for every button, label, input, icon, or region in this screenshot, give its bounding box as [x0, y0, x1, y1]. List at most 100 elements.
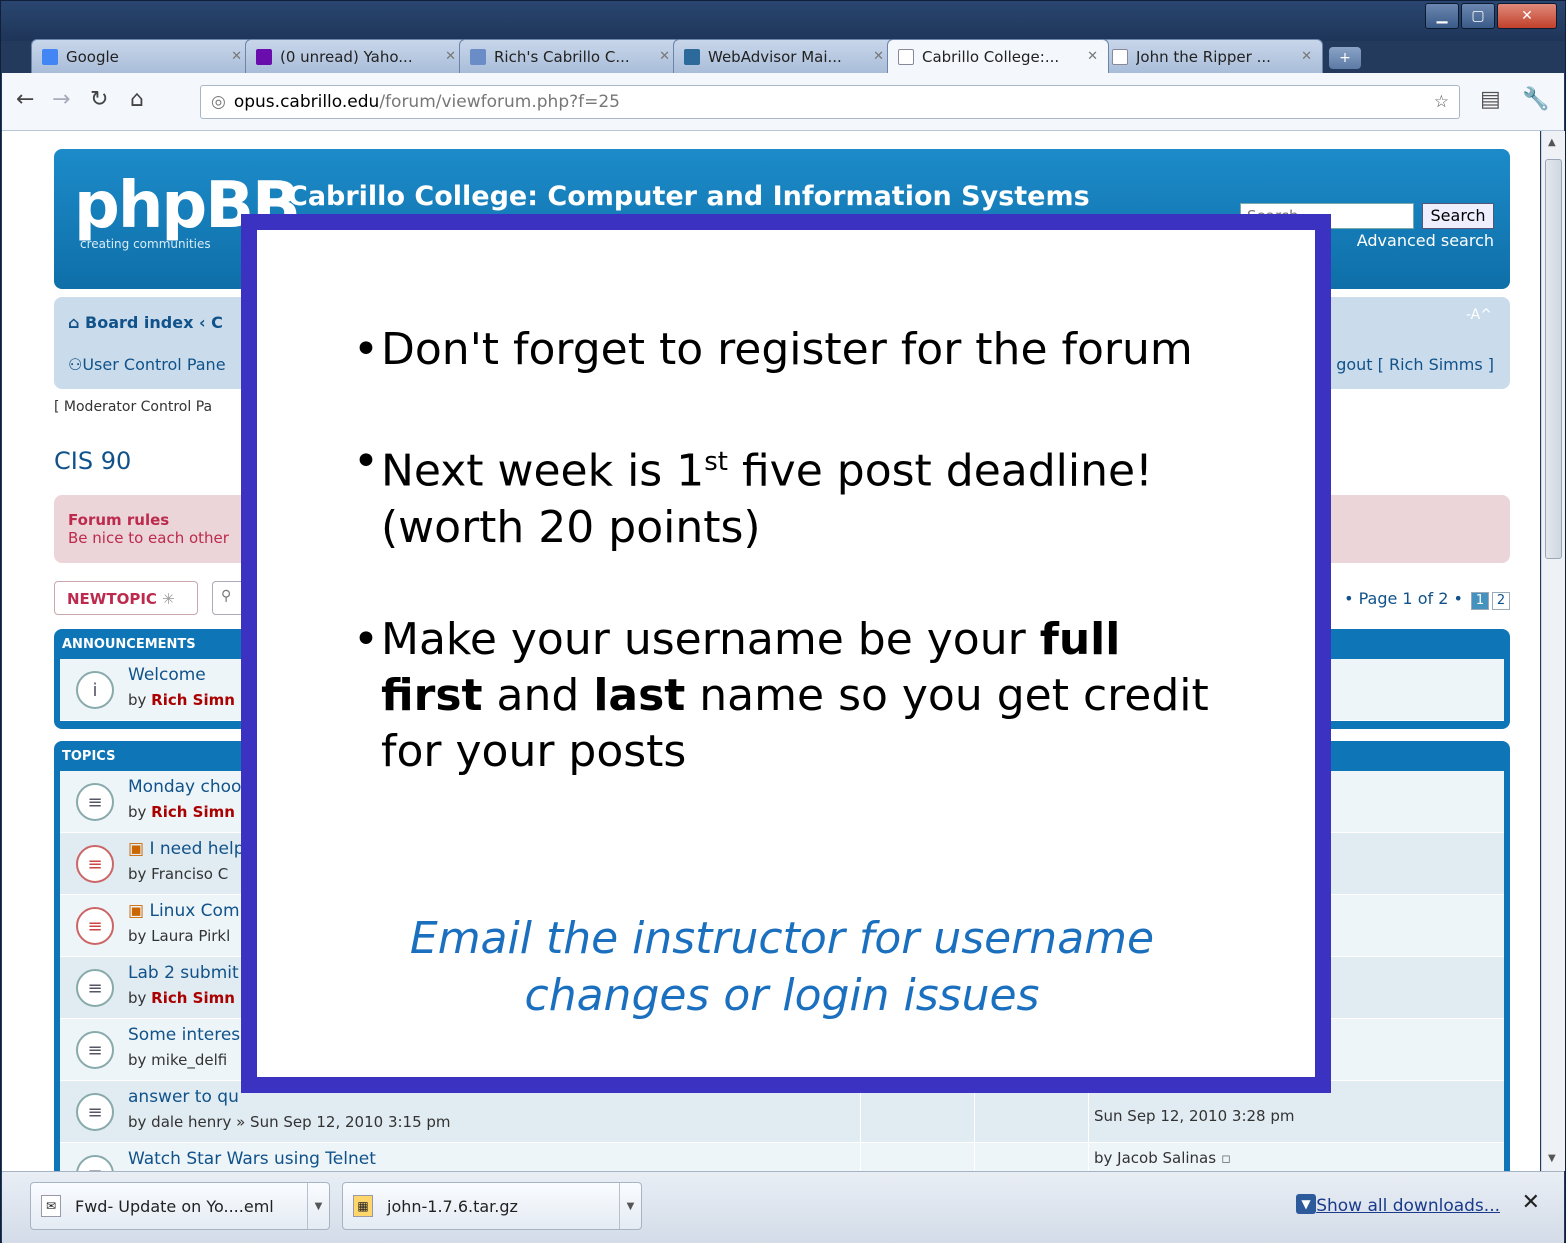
back-icon[interactable]: ←: [16, 87, 34, 112]
page-1-link[interactable]: 1: [1471, 592, 1489, 610]
tab-close-icon[interactable]: ✕: [1301, 49, 1312, 64]
tab-label: Google: [66, 47, 119, 66]
topic-icon: ≡: [76, 1031, 114, 1069]
bullet-dot: •: [353, 613, 379, 665]
tab-close-icon[interactable]: ✕: [1087, 49, 1098, 64]
page-menu-icon[interactable]: ▤: [1480, 87, 1501, 112]
new-tab-button[interactable]: +: [1329, 47, 1361, 69]
reload-icon[interactable]: ↻: [90, 87, 108, 112]
breadcrumb[interactable]: ⌂ Board index ‹ C: [68, 313, 223, 332]
vertical-scrollbar[interactable]: ▲ ▼: [1541, 131, 1565, 1171]
download-item[interactable]: ▦ john-1.7.6.tar.gz ▼: [342, 1182, 642, 1230]
topic-row[interactable]: ≡ Watch Star Wars using Telnet 2 25 by J…: [60, 1143, 1504, 1171]
logo-subtitle: creating communities: [80, 237, 211, 251]
page-2-link[interactable]: 2: [1492, 592, 1510, 610]
topic-icon: ≡: [76, 1155, 114, 1171]
last-post-by[interactable]: by Jacob Salinas: [1094, 1149, 1216, 1167]
minimize-icon[interactable]: ▁: [1425, 3, 1459, 29]
topic-title[interactable]: I need help: [149, 839, 244, 859]
forward-icon[interactable]: →: [52, 87, 70, 112]
tab-close-icon[interactable]: ✕: [445, 49, 456, 64]
chevron-down-icon[interactable]: ▼: [307, 1183, 329, 1229]
wrench-icon[interactable]: 🔧: [1522, 87, 1549, 112]
scroll-up-icon[interactable]: ▲: [1548, 137, 1556, 148]
topic-title[interactable]: Linux Com: [149, 901, 239, 921]
logout-link[interactable]: gout [ Rich Simms ]: [1336, 355, 1494, 374]
webadvisor-icon: [684, 48, 700, 65]
pagination-text: • Page 1 of 2 •: [1344, 589, 1463, 608]
home-icon[interactable]: ⌂: [130, 87, 144, 112]
tab-label: Cabrillo College:...: [922, 47, 1060, 66]
new-topic-button[interactable]: NEWTOPIC ✳: [54, 581, 198, 615]
download-item[interactable]: ✉ Fwd- Update on Yo....eml ▼: [30, 1182, 330, 1230]
archive-file-icon: ▦: [353, 1195, 373, 1217]
author-name[interactable]: Rich Simn: [151, 803, 235, 821]
topic-title-wrap[interactable]: ▣ Linux Com: [128, 901, 240, 921]
author-name[interactable]: Rich Simn: [151, 691, 235, 709]
view-latest-post-icon[interactable]: ▫: [1216, 1149, 1231, 1167]
bookmark-star-icon[interactable]: ☆: [1434, 92, 1449, 112]
download-bar: ✉ Fwd- Update on Yo....eml ▼ ▦ john-1.7.…: [2, 1171, 1564, 1243]
last-post-author: by Jacob Salinas ▫: [1094, 1149, 1231, 1167]
pagination: • Page 1 of 2 • 12: [1344, 589, 1510, 610]
download-filename: john-1.7.6.tar.gz: [387, 1196, 518, 1216]
author-name[interactable]: Rich Simn: [151, 989, 235, 1007]
font-size-control[interactable]: -A^: [1466, 307, 1492, 323]
tab-cabrillo-college[interactable]: Cabrillo College:... ✕: [887, 39, 1109, 73]
slide-bullets: • Don't forget to register for the forum…: [353, 322, 1221, 836]
tab-strip: Google ✕ (0 unread) Yaho... ✕ Rich's Cab…: [31, 39, 1361, 73]
sticky-topic-icon: ≡: [76, 783, 114, 821]
slide-overlay: • Don't forget to register for the forum…: [241, 214, 1331, 1093]
maximize-icon[interactable]: ▢: [1461, 3, 1495, 29]
url-host: opus.cabrillo.edu: [233, 92, 380, 112]
topic-author: by Rich Simn: [128, 803, 235, 821]
topic-title[interactable]: Some interes: [128, 1025, 240, 1045]
close-window-icon[interactable]: ✕: [1497, 3, 1557, 29]
attachment-icon: ▣: [128, 839, 150, 859]
topic-title[interactable]: Welcome: [128, 665, 206, 685]
download-arrow-icon: ▼: [1296, 1194, 1316, 1214]
tab-google[interactable]: Google ✕: [31, 39, 253, 73]
sticky-topic-icon: ≡: [76, 969, 114, 1007]
search-button[interactable]: Search: [1422, 203, 1494, 229]
ucp-label: User Control Pane: [82, 355, 226, 374]
forum-title[interactable]: CIS 90: [54, 447, 131, 475]
tab-yahoo[interactable]: (0 unread) Yaho... ✕: [245, 39, 467, 73]
tab-label: (0 unread) Yaho...: [280, 47, 413, 66]
topic-title[interactable]: Monday choo: [128, 777, 241, 797]
tab-webadvisor[interactable]: WebAdvisor Mai... ✕: [673, 39, 895, 73]
moderator-control-panel-link[interactable]: [ Moderator Control Pa: [54, 399, 212, 415]
topic-icon: ≡: [76, 1093, 114, 1131]
new-topic-label: NEWTOPIC: [67, 590, 157, 608]
ucp-link[interactable]: ⚇User Control Pane: [68, 355, 226, 374]
tab-close-icon[interactable]: ✕: [873, 49, 884, 64]
address-bar[interactable]: ◎ opus.cabrillo.edu/forum/viewforum.php?…: [200, 85, 1460, 119]
bullet-dot: •: [353, 324, 379, 375]
email-file-icon: ✉: [41, 1195, 61, 1217]
scroll-down-icon[interactable]: ▼: [1548, 1153, 1556, 1164]
topic-title[interactable]: Watch Star Wars using Telnet: [128, 1149, 376, 1169]
board-index-link[interactable]: Board index ‹ C: [85, 313, 223, 332]
title-bar: ▁ ▢ ✕: [1, 1, 1565, 41]
attachment-icon: ▣: [128, 901, 150, 921]
topic-title[interactable]: answer to qu: [128, 1087, 239, 1107]
tab-close-icon[interactable]: ✕: [231, 49, 242, 64]
chevron-down-icon[interactable]: ▼: [619, 1183, 641, 1229]
url-path: /forum/viewforum.php?f=25: [379, 92, 620, 112]
bold-last: last: [593, 669, 686, 721]
advanced-search-link[interactable]: Advanced search: [1357, 231, 1494, 250]
topic-title-wrap[interactable]: ▣ I need help: [128, 839, 245, 859]
topic-title[interactable]: Lab 2 submit: [128, 963, 239, 983]
bullet-text-and: and: [482, 669, 594, 721]
google-icon: [42, 48, 58, 65]
tab-richs-cabrillo[interactable]: Rich's Cabrillo C... ✕: [459, 39, 681, 73]
scroll-thumb[interactable]: [1545, 159, 1562, 559]
ordinal-suffix: st: [704, 447, 728, 477]
show-all-downloads-link[interactable]: Show all downloads...: [1316, 1196, 1500, 1216]
tab-close-icon[interactable]: ✕: [659, 49, 670, 64]
bullet-dot: •: [353, 436, 379, 487]
page-icon: [1112, 48, 1128, 65]
tab-john-the-ripper[interactable]: John the Ripper ... ✕: [1101, 39, 1323, 73]
site-icon: [470, 48, 486, 65]
close-download-bar-icon[interactable]: ✕: [1522, 1190, 1540, 1215]
